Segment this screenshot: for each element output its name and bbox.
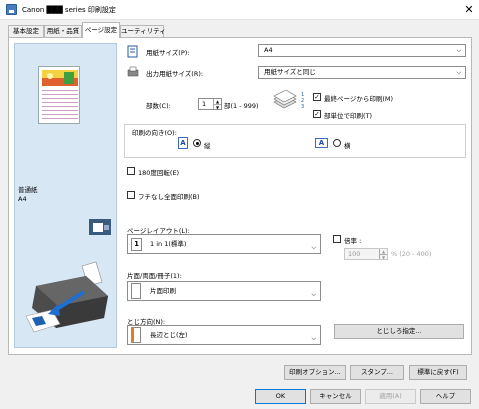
printer-paper-icon [127, 66, 139, 77]
chevron-down-icon: ⌵ [311, 244, 316, 251]
borderless-checkbox[interactable] [127, 191, 135, 199]
restore-defaults-button[interactable]: 標準に戻す(F) [409, 365, 467, 380]
output-size-label: 出力用紙サイズ(R): [146, 70, 204, 78]
copies-value: 1 [202, 100, 207, 108]
scale-spinner[interactable]: 100 ▲ ▼ [344, 248, 388, 260]
spin-down-icon[interactable]: ▼ [213, 104, 221, 110]
copies-spinner[interactable]: 1 ▲ ▼ [198, 98, 222, 110]
tab-page-setup[interactable]: ページ設定 [82, 22, 120, 38]
print-from-last-checkbox[interactable]: ✓ [313, 93, 321, 101]
duplex-value: 片面印刷 [150, 287, 176, 295]
page-layout-value: 1 in 1(標準) [150, 240, 187, 248]
page-layout-select[interactable]: 1 1 in 1(標準) ⌵ [127, 234, 321, 254]
apply-button[interactable]: 適用(A) [365, 389, 416, 404]
tab-utility[interactable]: ユーティリティ [120, 25, 166, 37]
copies-label: 部数(C): [146, 102, 171, 110]
duplex-select[interactable]: 片面印刷 ⌵ [127, 281, 321, 301]
borderless-label: フチなし全面印刷(B) [138, 193, 200, 201]
duplex-label: 片面/両面/冊子(1): [127, 272, 182, 280]
spin-down-icon[interactable]: ▼ [379, 254, 387, 260]
print-from-last-label: 最終ページから印刷(M) [324, 95, 394, 103]
portrait-icon: A [178, 137, 188, 149]
printer-illustration-icon [25, 261, 108, 333]
paper-size-value: A4 [264, 46, 273, 54]
chevron-down-icon: ⌵ [456, 69, 461, 76]
stamp-button[interactable]: スタンプ... [350, 365, 404, 380]
help-button[interactable]: ヘルプ [420, 389, 471, 404]
rotate180-label: 180度回転(E) [138, 169, 180, 177]
one-sided-icon [131, 283, 141, 299]
binding-margin-button[interactable]: とじしろ指定... [334, 324, 464, 339]
paper-size-label: 用紙サイズ(P): [146, 49, 190, 57]
chevron-down-icon: ⌵ [311, 335, 316, 342]
media-type-text: 普通紙 [18, 186, 38, 194]
title-bar: Canon ███ series 印刷設定 ✕ [0, 0, 479, 20]
landscape-icon: A [315, 138, 328, 148]
image-thumbnail [42, 70, 78, 86]
scale-range: % (20 - 400) [391, 250, 432, 258]
one-in-one-icon: 1 [131, 238, 142, 251]
cancel-button[interactable]: キャンセル [310, 389, 361, 404]
scale-checkbox[interactable] [333, 235, 341, 243]
binding-left-icon [131, 327, 141, 343]
output-size-select[interactable]: 用紙サイズと同じ ⌵ [258, 66, 466, 79]
paper-size-select[interactable]: A4 ⌵ [258, 44, 466, 57]
tab-basic[interactable]: 基本設定 [8, 25, 44, 37]
rotate180-checkbox[interactable] [127, 167, 135, 175]
ok-button[interactable]: OK [255, 389, 306, 404]
portrait-radio[interactable] [193, 139, 201, 147]
landscape-radio[interactable] [333, 139, 341, 147]
collate-order-icon: 1 2 3 [301, 92, 304, 110]
orientation-label: 印刷の向き(O): [132, 129, 177, 137]
svg-text:3: 3 [301, 104, 304, 110]
stacked-pages-icon [273, 90, 297, 109]
binding-select[interactable]: 長辺とじ(左) ⌵ [127, 325, 321, 345]
paper-preview [38, 66, 80, 124]
output-size-value: 用紙サイズと同じ [264, 68, 316, 76]
settings-preview-icon [89, 219, 111, 235]
chevron-down-icon: ⌵ [456, 47, 461, 54]
landscape-label: 横 [344, 142, 351, 150]
tab-paper-quality[interactable]: 用紙・品質 [44, 25, 82, 37]
print-options-button[interactable]: 印刷オプション... [284, 365, 346, 380]
paper-size-icon [127, 45, 138, 58]
copies-range: 部(1 - 999) [224, 102, 259, 110]
chevron-down-icon: ⌵ [311, 291, 316, 298]
printer-app-icon [6, 4, 17, 15]
paper-size-text: A4 [18, 195, 27, 203]
close-icon[interactable]: ✕ [462, 3, 476, 16]
collate-checkbox[interactable]: ✓ [313, 110, 321, 118]
collate-label: 部単位で印刷(T) [324, 112, 373, 120]
binding-value: 長辺とじ(左) [150, 331, 188, 339]
portrait-label: 縦 [204, 142, 211, 150]
window-title: Canon ███ series 印刷設定 [22, 6, 116, 14]
scale-label: 倍率 : [344, 237, 362, 245]
media-type-label: 普通紙 A4 [18, 186, 38, 204]
scale-value: 100 [348, 250, 361, 258]
